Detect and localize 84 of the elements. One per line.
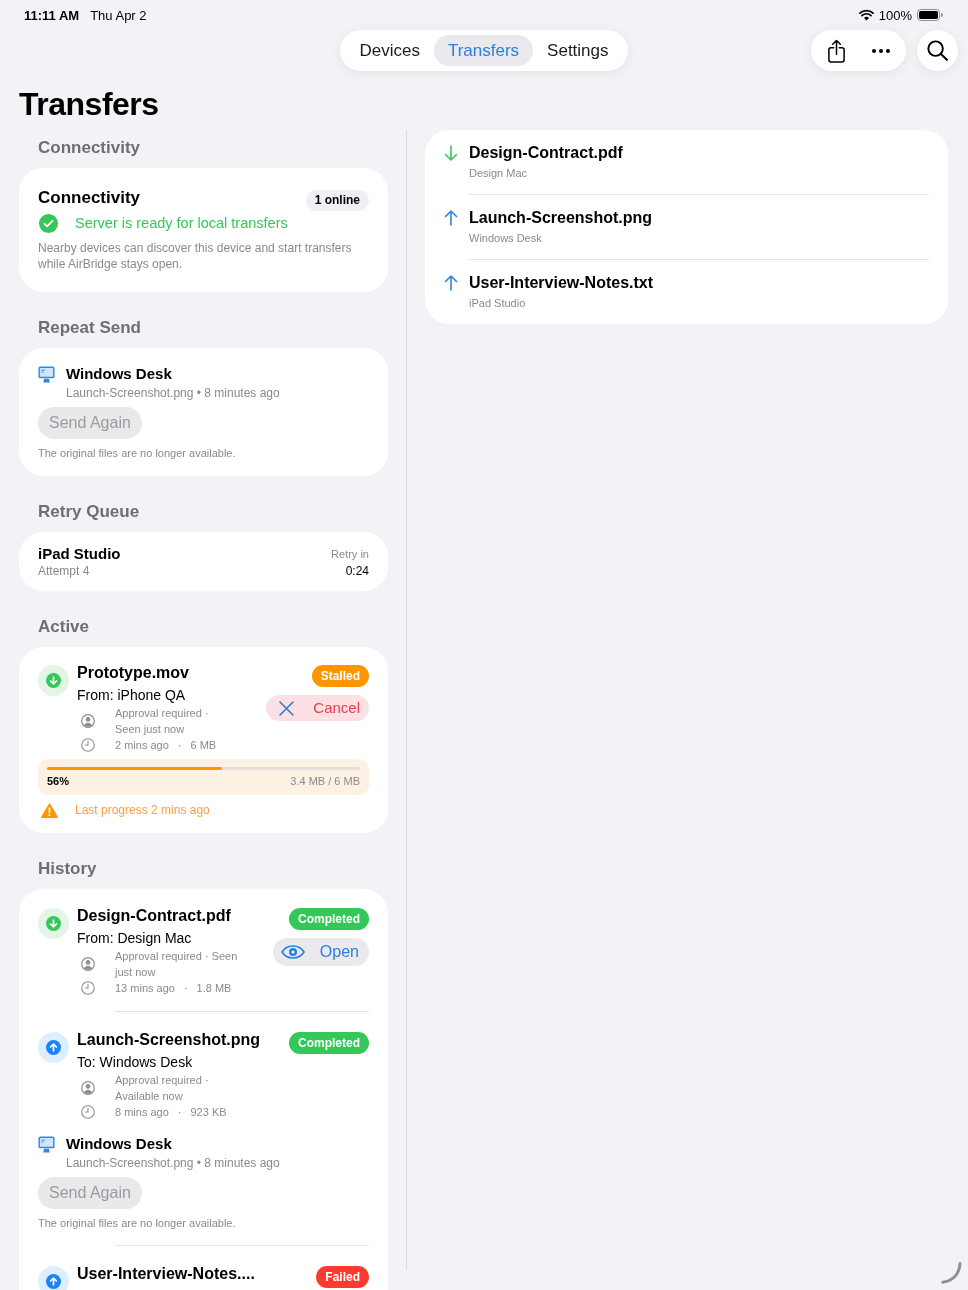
approval-status: Approval required · Seen just now: [115, 706, 210, 737]
battery-percentage: 100%: [878, 8, 912, 22]
status-badge: Stalled: [311, 665, 369, 687]
card-description: Nearby devices can discover this device and start transfers while AirBridge stays open.: [38, 240, 353, 272]
file-name: Design-Contract.pdf: [77, 906, 232, 926]
file-name: Design-Contract.pdf: [469, 143, 624, 163]
person-circle-icon: [81, 957, 95, 971]
person-circle-icon: [81, 714, 95, 728]
search-button[interactable]: [917, 30, 958, 71]
file-name: User-Interview-Notes....: [77, 1264, 256, 1284]
section-heading: Repeat Send: [37, 317, 142, 339]
transfer-time: 2 mins ago: [115, 738, 169, 753]
file-size: 1.8 MB: [196, 981, 232, 996]
file-name: User-Interview-Notes.txt: [469, 273, 655, 293]
warning-icon: [41, 802, 58, 818]
section-heading: Connectivity: [37, 137, 142, 159]
device-name: Design Mac: [469, 166, 529, 180]
status-badge: Completed: [289, 908, 369, 930]
separator-dot: ·: [177, 738, 182, 753]
section-heading: History: [37, 858, 98, 880]
transfer-peer: From: Design Mac: [77, 929, 193, 948]
progress-percent: 56%: [47, 774, 70, 788]
resize-handle-icon[interactable]: [941, 1262, 962, 1284]
down-arrow-icon: [444, 145, 458, 161]
section-heading: Active: [37, 616, 91, 638]
device-name: iPad Studio: [38, 545, 121, 563]
device-name: Windows Desk: [66, 1134, 172, 1154]
section-heading: Retry Queue: [37, 501, 141, 523]
monitor-icon: [38, 1135, 55, 1153]
transfer-peer: To: Windows Desk: [77, 1053, 194, 1072]
transfer-time: 8 mins ago: [115, 1105, 169, 1120]
device-name: Windows Desk: [469, 231, 543, 245]
transfer-detail: Launch-Screenshot.png • 8 minutes ago: [66, 1155, 281, 1171]
note-text: The original files are no longer available.: [38, 1216, 237, 1230]
battery-icon: [917, 9, 943, 21]
clock-icon: [81, 738, 95, 752]
clock-icon: [81, 1105, 95, 1119]
online-count-badge: 1 online: [305, 190, 369, 211]
server-status: Server is ready for local transfers: [75, 214, 288, 233]
person-circle-icon: [81, 1081, 95, 1095]
warning-text: Last progress 2 mins ago: [75, 802, 210, 818]
status-time: 11:11 AM: [24, 8, 80, 22]
status-badge: Completed: [289, 1032, 369, 1054]
tab[interactable]: Devices: [345, 35, 434, 66]
approval-status: Approval required · Seen just now: [115, 949, 239, 980]
retry-countdown: 0:24: [345, 563, 369, 579]
device-name: Windows Desk: [66, 364, 172, 384]
up-arrow-icon: [444, 210, 458, 226]
close-icon: [279, 700, 295, 716]
note-text: The original files are no longer available.: [38, 446, 237, 460]
card-title: Connectivity: [38, 187, 141, 209]
separator-dot: ·: [183, 981, 188, 996]
file-name: Launch-Screenshot.png: [77, 1030, 262, 1050]
monitor-icon: [38, 365, 55, 383]
cancel-button[interactable]: Cancel: [266, 695, 369, 721]
share-icon: [826, 38, 846, 63]
status-badge: Failed: [316, 1266, 369, 1288]
progress-amount: 3.4 MB / 6 MB: [290, 774, 360, 788]
tab[interactable]: Transfers: [433, 35, 534, 66]
tab[interactable]: Settings: [533, 35, 623, 66]
up-arrow-icon: [444, 275, 458, 291]
retry-label: Retry in: [331, 547, 369, 562]
transfer-detail: Launch-Screenshot.png • 8 minutes ago: [66, 385, 281, 401]
file-size: 6 MB: [190, 738, 217, 753]
device-name: iPad Studio: [469, 296, 527, 310]
ellipsis-icon: [871, 48, 890, 53]
attempt-count: Attempt 4: [38, 563, 91, 579]
file-name: Launch-Screenshot.png: [469, 208, 654, 228]
transfer-peer: From: iPhone QA: [77, 686, 187, 705]
wifi-icon: [858, 9, 874, 21]
file-size: 923 KB: [190, 1105, 227, 1120]
open-button[interactable]: Open: [272, 938, 369, 966]
up-arrow-circle-icon: [38, 1032, 69, 1063]
down-arrow-circle-icon: [38, 665, 69, 696]
page-title: Transfers: [18, 85, 160, 124]
transfer-time: 13 mins ago: [115, 981, 175, 996]
approval-status: Approval required · Available now: [115, 1073, 210, 1104]
search-icon: [927, 40, 948, 61]
clock-icon: [81, 981, 95, 995]
separator-dot: ·: [177, 1105, 182, 1120]
down-arrow-circle-icon: [38, 908, 69, 939]
eye-icon: [280, 945, 305, 959]
status-date: Thu Apr 2: [90, 8, 147, 22]
file-name: Prototype.mov: [77, 663, 190, 683]
